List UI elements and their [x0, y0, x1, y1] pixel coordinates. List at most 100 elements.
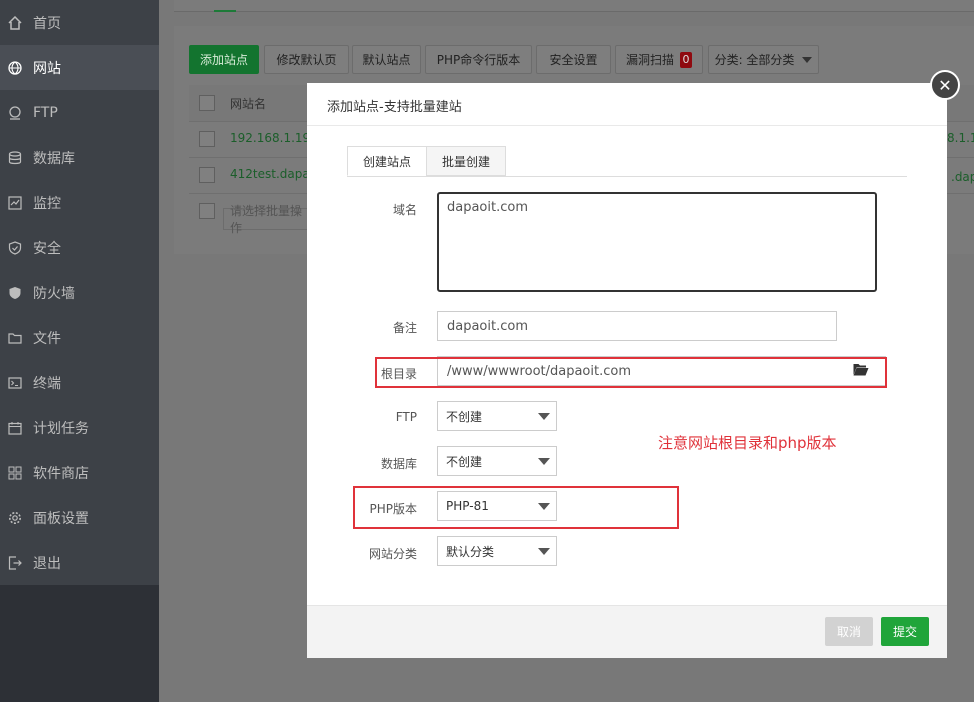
tab-label: 创建站点 — [362, 154, 411, 169]
category-filter-label: 分类: 全部分类 — [714, 53, 795, 67]
site-name-link[interactable]: 412test.dapao — [230, 167, 317, 181]
chevron-down-icon — [802, 56, 813, 63]
shield-icon — [7, 240, 23, 256]
sidebar-item-ftp[interactable]: FTP — [0, 90, 159, 135]
select-all-checkbox[interactable] — [199, 95, 215, 111]
database-select[interactable]: 不创建 — [437, 446, 557, 476]
sidebar-item-website[interactable]: 网站 — [0, 45, 159, 90]
sidebar-item-label: 软件商店 — [33, 465, 89, 482]
remark-label: 备注 — [392, 321, 417, 335]
domain-textarea[interactable]: dapaoit.com — [437, 192, 877, 292]
site-ip-partial: 8.1.19 — [947, 131, 974, 145]
modify-default-page-button[interactable]: 修改默认页 — [264, 45, 349, 74]
dialog-title-bar: 添加站点-支持批量建站 — [307, 83, 947, 126]
tab-label: 批量创建 — [441, 154, 490, 169]
sidebar-item-terminal[interactable]: 终端 — [0, 360, 159, 405]
site-category-select[interactable]: 默认分类 — [437, 536, 557, 566]
ftp-select[interactable]: 不创建 — [437, 401, 557, 431]
cancel-button[interactable]: 取消 — [825, 617, 873, 646]
site-category-label: 网站分类 — [368, 547, 417, 561]
monitor-icon — [7, 195, 23, 211]
tab-create-site[interactable]: 创建站点 — [347, 146, 427, 176]
vuln-scan-label: 漏洞扫描 — [625, 53, 674, 67]
sidebar-item-label: 监控 — [33, 195, 61, 212]
submit-label: 提交 — [892, 625, 917, 639]
folder-icon — [7, 330, 23, 346]
modify-default-page-label: 修改默认页 — [276, 53, 337, 67]
category-filter-select[interactable]: 分类: 全部分类 — [708, 45, 819, 74]
sidebar-item-logout[interactable]: 退出 — [0, 540, 159, 585]
vuln-scan-button[interactable]: 漏洞扫描 0 — [615, 45, 703, 74]
column-header-name[interactable]: 网站名 — [230, 95, 266, 112]
close-dialog-button[interactable]: ✕ — [930, 70, 960, 100]
logout-icon — [7, 555, 23, 571]
sidebar-menu: 首页 网站 FTP 数据库 监控 安全 防火墙 文件 终端 计划任务 软件商店 … — [0, 0, 159, 585]
site-name-link[interactable]: 192.168.1.190 — [230, 131, 318, 145]
sidebar: 首页 网站 FTP 数据库 监控 安全 防火墙 文件 终端 计划任务 软件商店 … — [0, 0, 159, 702]
active-tab-indicator — [214, 10, 236, 12]
batch-checkbox[interactable] — [199, 203, 215, 219]
database-label: 数据库 — [380, 457, 417, 471]
sidebar-item-label: 防火墙 — [33, 285, 75, 302]
sidebar-item-label: 终端 — [33, 375, 61, 392]
database-value: 不创建 — [446, 454, 483, 469]
row-checkbox[interactable] — [199, 131, 215, 147]
chevron-down-icon — [538, 548, 550, 555]
calendar-icon — [7, 420, 23, 436]
row-checkbox[interactable] — [199, 167, 215, 183]
sidebar-item-security[interactable]: 安全 — [0, 225, 159, 270]
sidebar-item-settings[interactable]: 面板设置 — [0, 495, 159, 540]
database-icon — [7, 150, 23, 166]
sidebar-item-label: 数据库 — [33, 150, 75, 167]
dialog-footer: 取消 提交 — [307, 605, 947, 658]
dialog-title: 添加站点-支持批量建站 — [327, 100, 462, 115]
sidebar-item-database[interactable]: 数据库 — [0, 135, 159, 180]
tab-batch-create[interactable]: 批量创建 — [426, 146, 506, 176]
home-icon — [7, 15, 23, 31]
submit-button[interactable]: 提交 — [881, 617, 929, 646]
globe-icon — [7, 60, 23, 76]
ftp-value: 不创建 — [446, 409, 483, 424]
sidebar-item-label: FTP — [33, 104, 58, 121]
sidebar-item-firewall[interactable]: 防火墙 — [0, 270, 159, 315]
dialog-tabs: 创建站点 批量创建 — [347, 146, 907, 177]
ftp-icon — [7, 105, 23, 121]
security-settings-button[interactable]: 安全设置 — [536, 45, 611, 74]
terminal-icon — [7, 375, 23, 391]
sidebar-item-home[interactable]: 首页 — [0, 0, 159, 45]
annotation-highlight-root — [375, 357, 887, 388]
site-category-value: 默认分类 — [446, 544, 495, 559]
apps-icon — [7, 465, 23, 481]
add-site-label: 添加站点 — [199, 53, 248, 67]
sidebar-item-files[interactable]: 文件 — [0, 315, 159, 360]
sidebar-item-label: 退出 — [33, 555, 61, 572]
firewall-icon — [7, 285, 23, 301]
sidebar-item-appstore[interactable]: 软件商店 — [0, 450, 159, 495]
remark-value: dapaoit.com — [447, 318, 528, 334]
remark-input[interactable]: dapaoit.com — [437, 311, 837, 341]
sidebar-item-label: 网站 — [33, 60, 61, 77]
site-domain-partial: .dapa — [951, 170, 974, 184]
ftp-label: FTP — [395, 410, 417, 424]
sidebar-item-monitor[interactable]: 监控 — [0, 180, 159, 225]
annotation-highlight-php — [353, 486, 679, 529]
cancel-label: 取消 — [836, 625, 861, 639]
chevron-down-icon — [538, 458, 550, 465]
sidebar-item-label: 计划任务 — [33, 420, 89, 437]
batch-operation-select[interactable]: 请选择批量操作 — [223, 204, 313, 235]
sidebar-item-cron[interactable]: 计划任务 — [0, 405, 159, 450]
add-site-button[interactable]: 添加站点 — [189, 45, 259, 74]
top-tab-strip — [174, 0, 974, 12]
domain-label: 域名 — [392, 203, 417, 217]
default-site-label: 默认站点 — [362, 53, 411, 67]
vuln-count-badge: 0 — [680, 51, 692, 68]
sidebar-item-label: 安全 — [33, 240, 61, 257]
php-cli-version-button[interactable]: PHP命令行版本 — [425, 45, 532, 74]
php-cli-version-label: PHP命令行版本 — [436, 53, 521, 67]
batch-placeholder: 请选择批量操作 — [230, 204, 303, 235]
add-site-dialog: 添加站点-支持批量建站 创建站点 批量创建 域名 dapaoit.com 备注 … — [307, 83, 947, 658]
chevron-down-icon — [538, 413, 550, 420]
sidebar-item-label: 文件 — [33, 330, 61, 347]
default-site-button[interactable]: 默认站点 — [352, 45, 421, 74]
close-icon: ✕ — [938, 75, 952, 95]
